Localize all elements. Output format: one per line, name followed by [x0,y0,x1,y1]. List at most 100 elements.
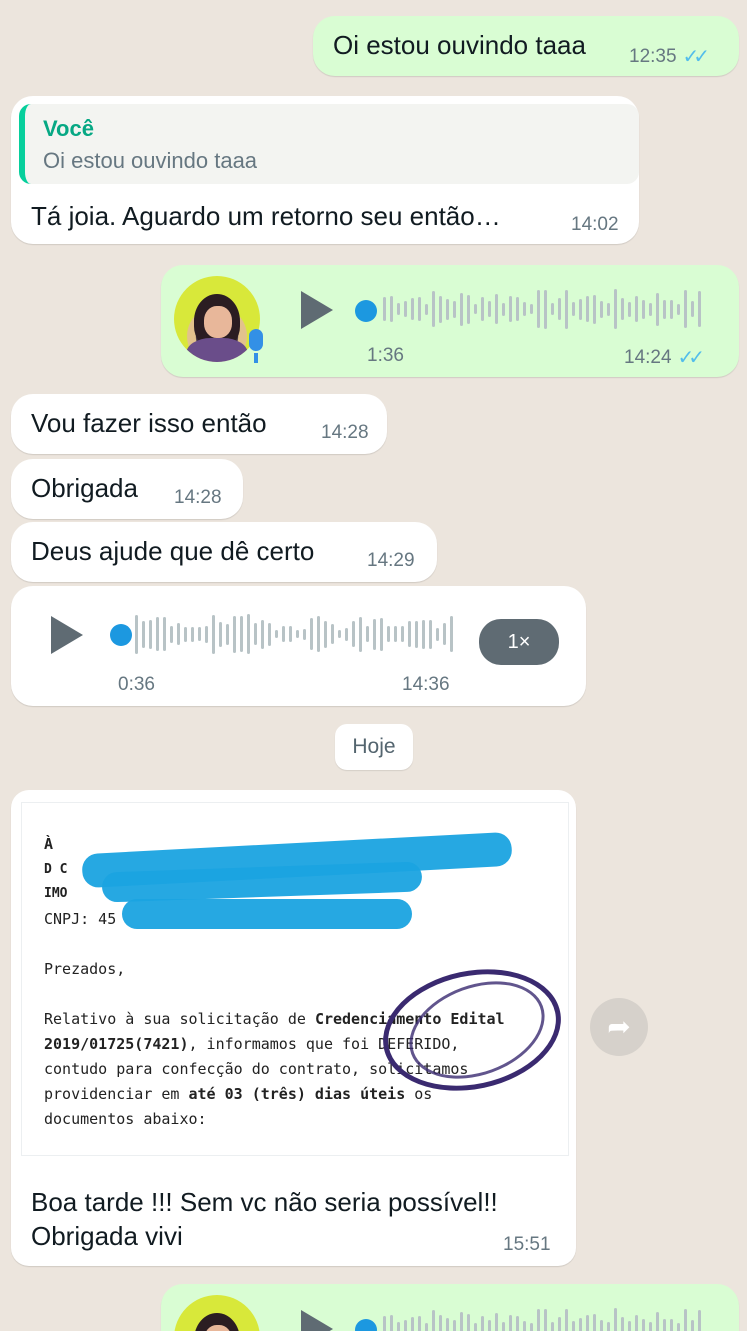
waveform-bar [474,304,477,314]
waveform-bar [635,1315,638,1331]
waveform-bar [149,619,152,649]
waveform-bar [530,304,533,314]
waveform-bar [572,1321,575,1331]
waveform-bar [677,1322,680,1331]
waveform-bar [418,297,421,321]
waveform-bar [411,298,414,320]
waveform-bar [698,1310,701,1331]
waveform-bar [474,1323,477,1331]
waveform-bar [488,301,491,317]
waveform[interactable] [383,1306,701,1331]
play-icon[interactable] [301,291,333,329]
waveform-bar [394,626,397,642]
waveform-bar [663,1318,666,1331]
playback-speed-button[interactable]: 1× [479,619,559,665]
doc-line: documentos abaixo: [44,1110,207,1128]
waveform-bar [383,297,386,321]
message-time: 14:36 [402,674,450,696]
waveform-bar [607,302,610,316]
waveform-bar [649,1321,652,1331]
waveform-bar [635,296,638,322]
doc-line: IMO [44,886,68,901]
waveform-bar [586,296,589,322]
waveform-bar [373,618,376,650]
message-text: Deus ajude que dê certo [31,536,315,566]
waveform[interactable] [135,612,453,656]
waveform-bar [467,294,470,324]
quote-author: Você [43,116,94,141]
waveform-bar [530,1323,533,1331]
waveform-bar [352,621,355,647]
waveform-bar [628,1320,631,1331]
waveform-bar [425,1322,428,1331]
waveform-bar [387,626,390,642]
waveform-bar [502,1321,505,1331]
message-text: Obrigada vivi [31,1221,183,1251]
waveform-bar [324,620,327,648]
voice-duration: 0:36 [118,674,155,695]
waveform-bar [481,297,484,321]
waveform-bar [240,616,243,652]
waveform-bar [331,624,334,644]
waveform-bar [495,1313,498,1331]
waveform-bar [366,626,369,642]
waveform-bar [558,1317,561,1331]
waveform-bar [614,1308,617,1331]
forward-icon[interactable]: ➦ [590,998,648,1056]
message-text: Boa tarde !!! Sem vc não seria possível!… [31,1187,498,1217]
waveform-bar [397,303,400,315]
play-icon[interactable] [301,1310,333,1331]
waveform-bar [614,289,617,329]
voice-message-outgoing-partial[interactable] [161,1284,739,1331]
waveform-bar [439,295,442,323]
waveform-bar [432,1310,435,1331]
waveform-bar [579,298,582,320]
waveform-bar [450,616,453,652]
waveform-bar [408,621,411,647]
waveform-bar [418,1316,421,1331]
quoted-message[interactable]: Você Oi estou ouvindo taaa [19,104,639,184]
message-incoming[interactable]: Deus ajude que dê certo 14:29 [11,522,437,582]
message-time: 14:28 [174,487,222,509]
voice-message-incoming[interactable]: 1× 0:36 14:36 [11,586,586,706]
time-label: 14:29 [367,550,415,571]
document-image[interactable]: À D C IMO CNPJ: 45 Prezados, Relativo à … [21,802,569,1156]
waveform-bar [432,291,435,327]
waveform-bar [289,626,292,642]
waveform-bar [579,1317,582,1331]
waveform-bar [436,627,439,641]
image-message-incoming[interactable]: À D C IMO CNPJ: 45 Prezados, Relativo à … [11,790,576,1266]
waveform-bar [429,619,432,649]
waveform-bar [415,620,418,648]
waveform-bar [205,625,208,643]
waveform[interactable] [383,287,701,331]
waveform-bar [191,626,194,642]
doc-line: Prezados, [44,960,126,978]
waveform-bar [198,627,201,641]
waveform-bar [523,302,526,316]
waveform-bar [502,302,505,316]
play-icon[interactable] [51,616,83,654]
voice-duration: 1:36 [367,345,404,366]
waveform-bar [443,623,446,645]
time-label: 14:02 [571,214,619,235]
time-label: 14:24 [624,346,672,368]
message-time: 14:02 [571,214,619,236]
time-label: 14:28 [174,487,222,508]
message-outgoing[interactable]: Oi estou ouvindo taaa 12:35 ✓✓ [313,16,739,76]
playback-handle[interactable] [355,300,377,322]
waveform-bar [558,298,561,320]
message-incoming-reply[interactable]: Você Oi estou ouvindo taaa Tá joia. Agua… [11,96,639,244]
avatar [174,1295,260,1331]
playback-handle[interactable] [355,1319,377,1331]
waveform-bar [698,291,701,327]
voice-message-outgoing[interactable]: 1:36 14:24 ✓✓ [161,265,739,377]
playback-handle[interactable] [110,624,132,646]
waveform-bar [642,1318,645,1331]
waveform-bar [226,623,229,645]
waveform-bar [670,299,673,319]
message-incoming[interactable]: Obrigada 14:28 [11,459,243,519]
message-incoming[interactable]: Vou fazer isso então 14:28 [11,394,387,454]
waveform-bar [523,1321,526,1331]
waveform-bar [296,630,299,638]
